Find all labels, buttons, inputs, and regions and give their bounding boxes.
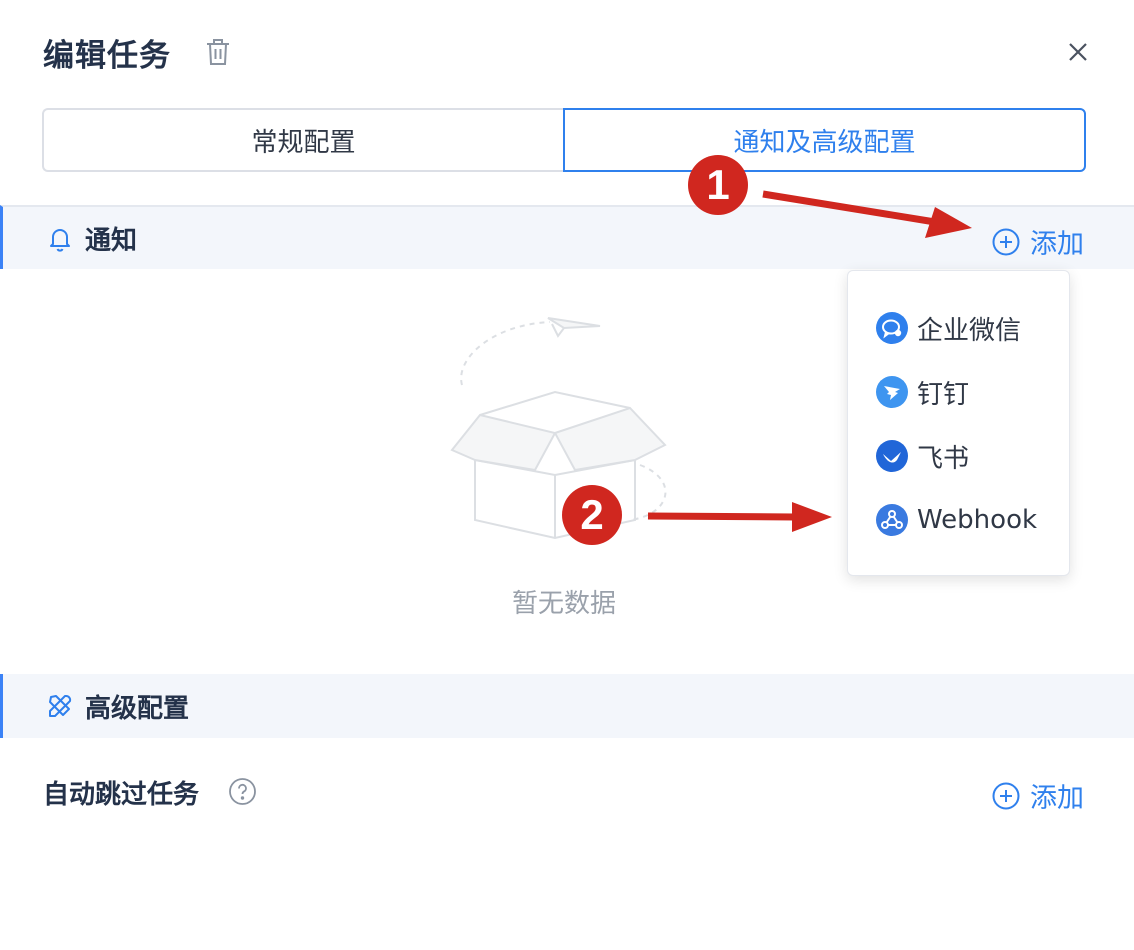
empty-box-illustration — [450, 317, 667, 540]
tab-notify-advanced-config[interactable]: 通知及高级配置 — [563, 108, 1086, 172]
menu-item-label: 钉钉 — [917, 379, 970, 410]
add-skip-rule-button[interactable]: 添加 — [991, 776, 1084, 815]
advanced-section-header: 高级配置 — [0, 674, 1134, 738]
dialog-title: 编辑任务 — [43, 38, 171, 74]
notification-section-title: 通知 — [85, 225, 138, 256]
add-notification-label: 添加 — [1030, 229, 1084, 260]
dingtalk-icon — [876, 376, 908, 408]
config-tabs: 常规配置 通知及高级配置 — [42, 108, 1086, 172]
annotation-badge-2: 2 — [562, 485, 622, 545]
empty-state-text: 暂无数据 — [511, 589, 616, 619]
menu-item-label: 企业微信 — [917, 315, 1022, 346]
add-notification-button[interactable]: 添加 — [991, 222, 1084, 261]
menu-item-label: Webhook — [917, 505, 1038, 535]
menu-item-dingtalk[interactable]: 钉钉 — [876, 372, 969, 412]
notification-type-dropdown: 企业微信 钉钉 飞书 Webhook — [847, 270, 1070, 576]
dialog-header: 编辑任务 — [0, 0, 1134, 108]
menu-item-wechat-work[interactable]: 企业微信 — [876, 308, 1021, 348]
menu-item-webhook[interactable]: Webhook — [876, 500, 1037, 540]
webhook-icon — [876, 504, 908, 536]
plus-circle-icon — [992, 228, 1020, 255]
question-circle-icon[interactable] — [228, 777, 257, 806]
tab-general-config[interactable]: 常规配置 — [42, 108, 563, 172]
advanced-section-title: 高级配置 — [85, 693, 190, 724]
menu-item-label: 飞书 — [917, 443, 970, 474]
bell-icon — [50, 229, 70, 252]
plus-circle-icon — [992, 782, 1020, 809]
tools-icon — [49, 695, 72, 717]
auto-skip-task-label: 自动跳过任务 — [43, 780, 200, 810]
feishu-icon — [876, 440, 908, 472]
annotation-badge-1: 1 — [688, 155, 748, 215]
notification-section-header: 通知 — [0, 205, 1134, 269]
trash-icon[interactable] — [204, 37, 232, 67]
add-skip-rule-label: 添加 — [1030, 783, 1084, 814]
close-icon[interactable] — [1064, 38, 1092, 66]
menu-item-feishu[interactable]: 飞书 — [876, 436, 969, 476]
wechat-work-icon — [876, 312, 908, 344]
